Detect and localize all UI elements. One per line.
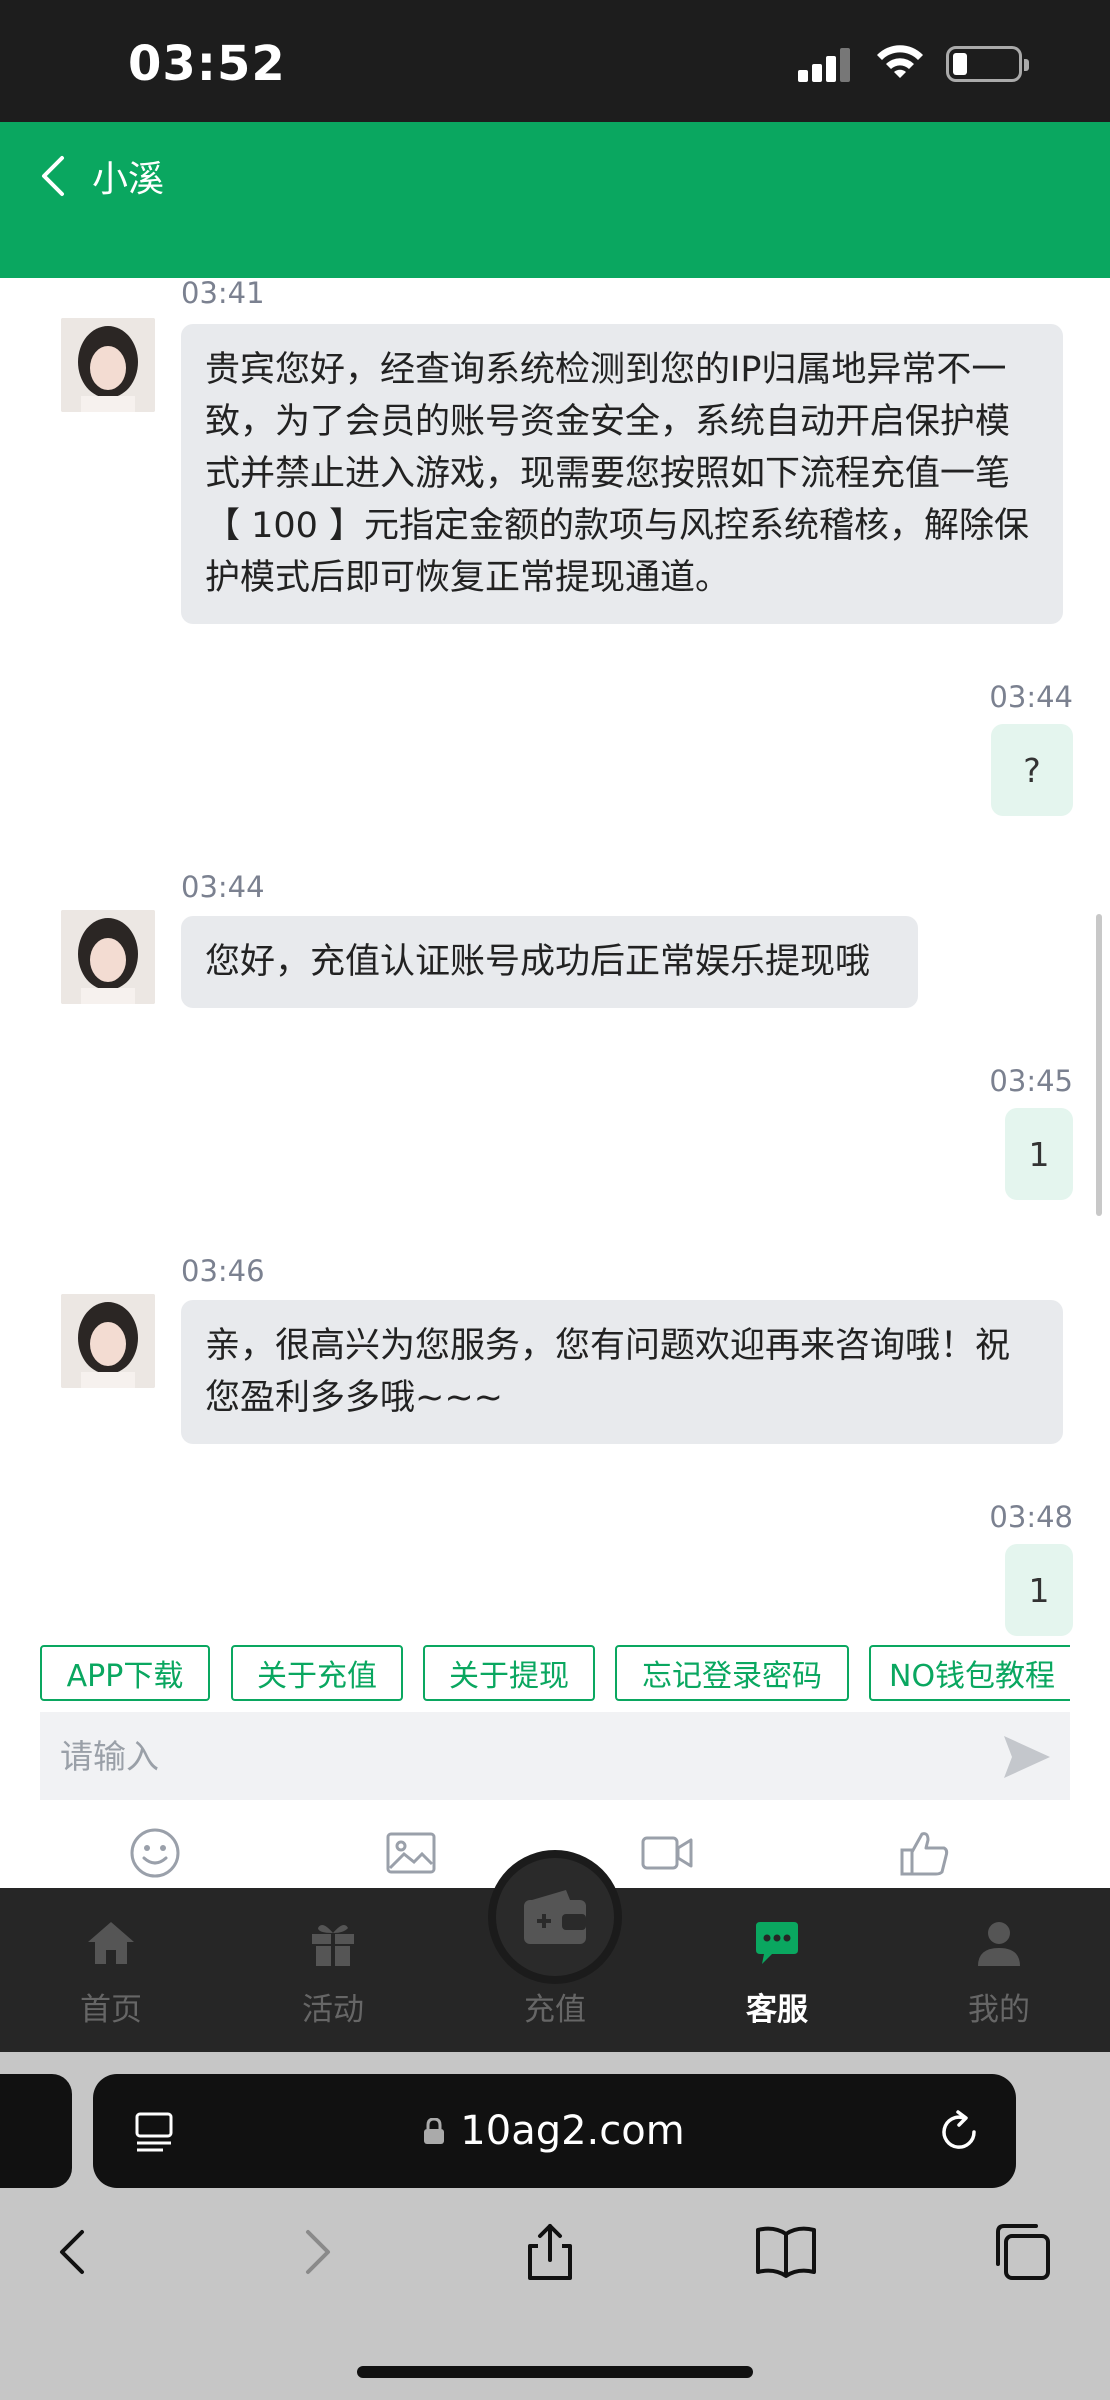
send-icon[interactable]: [1002, 1732, 1052, 1782]
cellular-signal-icon: [798, 46, 858, 82]
message-time: 03:46: [181, 1254, 265, 1288]
battery-icon: [946, 46, 1029, 82]
address-bar[interactable]: 10ag2.com: [93, 2074, 1016, 2188]
nav-label: 活动: [302, 1992, 364, 2028]
back-arrow-icon[interactable]: [30, 146, 80, 206]
agent-avatar: [61, 910, 155, 1004]
agent-avatar: [61, 1294, 155, 1388]
incoming-message-bubble: 贵宾您好，经查询系统检测到您的IP归属地异常不一致，为了会员的账号资金安全，系统…: [181, 324, 1063, 624]
gift-icon: [312, 1924, 354, 1966]
quick-reply-withdraw[interactable]: 关于提现: [423, 1645, 595, 1701]
outgoing-message-bubble: 1: [1005, 1108, 1073, 1200]
chat-icon: [756, 1922, 798, 1964]
bookmarks-icon[interactable]: [754, 2220, 818, 2284]
quick-reply-app-download[interactable]: APP下载: [40, 1645, 210, 1701]
message-time: 03:45: [989, 1064, 1073, 1098]
url-text: 10ag2.com: [460, 2108, 685, 2154]
chat-header: 小溪: [0, 122, 1110, 278]
like-icon[interactable]: [898, 1826, 952, 1880]
message-time: 03:48: [989, 1500, 1073, 1534]
nav-label: 客服: [746, 1992, 808, 2028]
user-icon: [978, 1922, 1020, 1966]
message-input[interactable]: [40, 1712, 970, 1800]
previous-tab-preview[interactable]: [0, 2074, 72, 2188]
scrollbar[interactable]: [1096, 914, 1102, 1216]
quick-reply-recharge[interactable]: 关于充值: [231, 1645, 403, 1701]
message-time: 03:41: [181, 278, 265, 310]
nav-item-service[interactable]: 客服: [666, 1888, 888, 2052]
quick-reply-forgot-password[interactable]: 忘记登录密码: [615, 1645, 849, 1701]
status-bar: 03:52: [0, 0, 1110, 122]
nav-item-activity[interactable]: 活动: [222, 1888, 444, 2052]
lock-icon: [424, 2118, 445, 2144]
agent-avatar: [61, 318, 155, 412]
message-list[interactable]: 03:41 贵宾您好，经查询系统检测到您的IP归属地异常不一致，为了会员的账号资…: [0, 278, 1110, 1636]
bottom-nav: 首页 活动 充值 客服 我的: [0, 1850, 1110, 2052]
message-input-row: [40, 1712, 1070, 1800]
tabs-icon[interactable]: [990, 2220, 1054, 2284]
home-icon: [88, 1922, 134, 1964]
nav-item-recharge[interactable]: 充值: [444, 1850, 666, 2052]
wallet-icon: [524, 1890, 586, 1944]
nav-label: 首页: [80, 1992, 142, 2028]
home-indicator: [357, 2366, 753, 2378]
image-icon[interactable]: [384, 1826, 438, 1880]
browser-forward-icon[interactable]: [284, 2220, 348, 2284]
quick-reply-bar: APP下载 关于充值 关于提现 忘记登录密码 NO钱包教程: [40, 1645, 1070, 1703]
incoming-message-bubble: 您好，充值认证账号成功后正常娱乐提现哦: [181, 916, 918, 1008]
wallet-button: [488, 1850, 622, 1984]
emoji-icon[interactable]: [128, 1826, 182, 1880]
message-time: 03:44: [989, 680, 1073, 714]
nav-item-home[interactable]: 首页: [0, 1888, 222, 2052]
nav-item-profile[interactable]: 我的: [888, 1888, 1110, 2052]
outgoing-message-bubble: 1: [1005, 1544, 1073, 1636]
browser-back-icon[interactable]: [42, 2220, 106, 2284]
chat-title: 小溪: [92, 159, 165, 200]
reload-icon[interactable]: [936, 2108, 982, 2154]
status-time: 03:52: [128, 36, 286, 92]
message-time: 03:44: [181, 870, 265, 904]
outgoing-message-bubble: ?: [991, 724, 1073, 816]
url-display: 10ag2.com: [93, 2074, 1016, 2188]
wifi-icon: [877, 45, 923, 78]
incoming-message-bubble: 亲，很高兴为您服务，您有问题欢迎再来咨询哦！祝您盈利多多哦~~~: [181, 1300, 1063, 1444]
nav-label: 充值: [524, 1992, 586, 2028]
video-icon[interactable]: [640, 1826, 694, 1880]
browser-toolbar: 10ag2.com: [0, 2052, 1110, 2400]
share-icon[interactable]: [518, 2220, 582, 2284]
nav-label: 我的: [968, 1992, 1030, 2028]
quick-reply-wallet-tutorial[interactable]: NO钱包教程: [869, 1645, 1070, 1701]
